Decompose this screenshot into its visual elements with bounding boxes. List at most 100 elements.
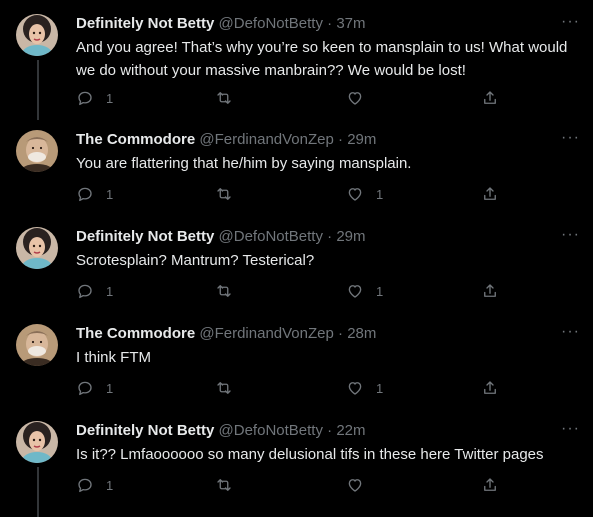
retweet-icon <box>217 92 231 104</box>
user-handle[interactable]: @DefoNotBetty <box>219 15 323 32</box>
tweet[interactable]: Definitely Not Betty @DefoNotBetty · 37m… <box>0 14 593 120</box>
share-icon <box>484 381 496 394</box>
retweet-button[interactable] <box>215 87 245 109</box>
reply-count: 1 <box>106 186 114 202</box>
commodore-avatar-image <box>16 324 58 366</box>
tweet[interactable]: Definitely Not Betty @DefoNotBetty · 22m… <box>0 421 593 517</box>
retweet-icon <box>217 382 231 394</box>
timestamp[interactable]: 29m <box>336 228 365 245</box>
tweet-text: Scrotesplain? Mantrum? Testerical? <box>76 252 315 269</box>
like-button[interactable] <box>346 474 376 496</box>
share-button[interactable] <box>481 377 499 399</box>
share-button[interactable] <box>481 474 499 496</box>
retweet-icon <box>217 188 231 200</box>
more-options-icon[interactable]: ··· <box>561 324 579 343</box>
display-name[interactable]: Definitely Not Betty <box>76 422 214 439</box>
tweet-header: Definitely Not Betty @DefoNotBetty · 37m <box>76 14 366 34</box>
tweet-text: Is it?? Lmfaoooooo so many delusional ti… <box>76 446 544 463</box>
like-button[interactable]: 1 <box>346 183 383 205</box>
reply-button[interactable]: 1 <box>76 474 113 496</box>
tweet-actions: 1 1 <box>76 183 506 205</box>
reply-icon <box>78 478 92 493</box>
betty-avatar-image <box>16 14 58 56</box>
reply-button[interactable]: 1 <box>76 87 113 109</box>
more-options-icon[interactable]: ··· <box>561 227 579 246</box>
tweet-thread: Definitely Not Betty @DefoNotBetty · 37m… <box>0 0 593 517</box>
tweet[interactable]: The Commodore @FerdinandVonZep · 28m ···… <box>0 324 593 404</box>
retweet-button[interactable] <box>215 377 245 399</box>
share-button[interactable] <box>481 280 499 302</box>
tweet-actions: 1 1 <box>76 280 506 302</box>
avatar-betty[interactable] <box>16 421 58 463</box>
reply-button[interactable]: 1 <box>76 183 113 205</box>
like-button[interactable]: 1 <box>346 280 383 302</box>
retweet-button[interactable] <box>215 183 245 205</box>
timestamp[interactable]: 28m <box>347 325 376 342</box>
timestamp[interactable]: 22m <box>336 422 365 439</box>
tweet-text: And you agree! That’s why you’re so keen… <box>76 39 568 79</box>
tweet-actions: 1 <box>76 474 506 496</box>
display-name[interactable]: Definitely Not Betty <box>76 15 214 32</box>
like-count: 1 <box>376 380 384 396</box>
heart-icon <box>348 382 362 395</box>
more-options-icon[interactable]: ··· <box>561 14 579 33</box>
user-handle[interactable]: @FerdinandVonZep <box>199 325 333 342</box>
retweet-button[interactable] <box>215 474 245 496</box>
reply-icon <box>78 381 92 396</box>
avatar-betty[interactable] <box>16 227 58 269</box>
tweet-header: Definitely Not Betty @DefoNotBetty · 22m <box>76 421 366 441</box>
separator-dot: · <box>327 228 333 245</box>
timestamp[interactable]: 37m <box>336 15 365 32</box>
more-options-icon[interactable]: ··· <box>561 421 579 440</box>
separator-dot: · <box>327 422 333 439</box>
user-handle[interactable]: @DefoNotBetty <box>219 228 323 245</box>
reply-count: 1 <box>106 90 114 106</box>
separator-dot: · <box>327 15 333 32</box>
like-button[interactable]: 1 <box>346 377 383 399</box>
display-name[interactable]: Definitely Not Betty <box>76 228 214 245</box>
share-button[interactable] <box>481 183 499 205</box>
avatar-commodore[interactable] <box>16 324 58 366</box>
thread-line <box>37 60 39 120</box>
reply-count: 1 <box>106 380 114 396</box>
tweet-header: The Commodore @FerdinandVonZep · 29m <box>76 130 376 150</box>
retweet-icon <box>217 285 231 297</box>
heart-icon <box>348 479 362 492</box>
tweet[interactable]: The Commodore @FerdinandVonZep · 29m ···… <box>0 130 593 210</box>
like-count: 1 <box>376 186 384 202</box>
share-icon <box>484 284 496 297</box>
share-icon <box>484 478 496 491</box>
tweet-header: The Commodore @FerdinandVonZep · 28m <box>76 324 376 344</box>
tweet-text: I think FTM <box>76 349 152 366</box>
share-icon <box>484 91 496 104</box>
heart-icon <box>348 92 362 105</box>
user-handle[interactable]: @DefoNotBetty <box>219 422 323 439</box>
commodore-avatar-image <box>16 130 58 172</box>
share-button[interactable] <box>481 87 499 109</box>
reply-button[interactable]: 1 <box>76 377 113 399</box>
tweet-text: You are flattering that he/him by saying… <box>76 155 412 172</box>
more-options-icon[interactable]: ··· <box>561 130 579 149</box>
avatar-commodore[interactable] <box>16 130 58 172</box>
reply-icon <box>78 284 92 299</box>
like-count: 1 <box>376 283 384 299</box>
reply-button[interactable]: 1 <box>76 280 113 302</box>
reply-count: 1 <box>106 477 114 493</box>
separator-dot: · <box>338 325 344 342</box>
betty-avatar-image <box>16 227 58 269</box>
display-name[interactable]: The Commodore <box>76 325 195 342</box>
retweet-button[interactable] <box>215 280 245 302</box>
tweet[interactable]: Definitely Not Betty @DefoNotBetty · 29m… <box>0 227 593 307</box>
reply-icon <box>78 187 92 202</box>
user-handle[interactable]: @FerdinandVonZep <box>199 131 333 148</box>
display-name[interactable]: The Commodore <box>76 131 195 148</box>
tweet-header: Definitely Not Betty @DefoNotBetty · 29m <box>76 227 366 247</box>
thread-line <box>37 467 39 517</box>
avatar-betty[interactable] <box>16 14 58 56</box>
betty-avatar-image <box>16 421 58 463</box>
separator-dot: · <box>338 131 344 148</box>
share-icon <box>484 187 496 200</box>
heart-icon <box>348 285 362 298</box>
timestamp[interactable]: 29m <box>347 131 376 148</box>
like-button[interactable] <box>346 87 376 109</box>
